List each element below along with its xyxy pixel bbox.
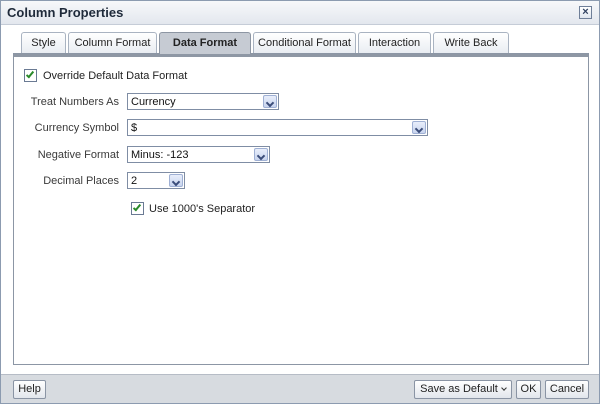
- decimal-places-value: 2: [131, 175, 138, 187]
- close-icon[interactable]: ×: [579, 6, 592, 19]
- panel-divider: [14, 54, 588, 57]
- tab-label: Data Format: [172, 37, 238, 49]
- tab-interaction[interactable]: Interaction: [358, 32, 431, 53]
- tab-column-format[interactable]: Column Format: [68, 32, 157, 53]
- chevron-down-icon: [169, 174, 183, 187]
- checkmark-icon: [25, 69, 35, 79]
- currency-symbol-value: $: [131, 122, 138, 134]
- title-bar: Column Properties ×: [1, 1, 599, 25]
- decimal-places-label: Decimal Places: [43, 175, 119, 187]
- decimal-places-select[interactable]: 2: [127, 172, 185, 189]
- tab-label: Interaction: [368, 37, 421, 49]
- column-properties-dialog: Column Properties × Style Column Format …: [0, 0, 600, 404]
- ok-button[interactable]: OK: [516, 380, 541, 399]
- chevron-down-icon: [263, 95, 277, 108]
- save-as-default-label: Save as Default: [420, 383, 498, 395]
- dialog-footer: Help Save as Default OK Cancel: [1, 374, 599, 403]
- chevron-down-icon: [254, 148, 268, 161]
- chevron-down-icon: [412, 121, 426, 134]
- currency-symbol-label: Currency Symbol: [34, 122, 119, 134]
- tab-label: Write Back: [444, 37, 498, 49]
- treat-numbers-as-value: Currency: [131, 96, 176, 108]
- tab-label: Column Format: [74, 37, 151, 49]
- chevron-down-icon: [500, 385, 507, 391]
- thousands-separator-label: Use 1000's Separator: [149, 203, 256, 215]
- override-default-label: Override Default Data Format: [43, 70, 188, 82]
- treat-numbers-as-label: Treat Numbers As: [30, 96, 119, 108]
- help-button[interactable]: Help: [13, 380, 46, 399]
- override-default-checkbox[interactable]: [24, 69, 37, 82]
- tab-write-back[interactable]: Write Back: [433, 32, 509, 53]
- currency-symbol-select[interactable]: $: [127, 119, 428, 136]
- negative-format-select[interactable]: Minus: -123: [127, 146, 270, 163]
- checkmark-icon: [132, 202, 142, 212]
- tab-label: Conditional Format: [258, 37, 351, 49]
- tab-data-format[interactable]: Data Format: [159, 32, 251, 54]
- thousands-separator-checkbox[interactable]: [131, 202, 144, 215]
- cancel-button[interactable]: Cancel: [545, 380, 589, 399]
- tab-style[interactable]: Style: [21, 32, 66, 53]
- dialog-title: Column Properties: [7, 5, 124, 20]
- treat-numbers-as-select[interactable]: Currency: [127, 93, 279, 110]
- negative-format-label: Negative Format: [37, 149, 119, 161]
- tab-label: Style: [31, 37, 56, 49]
- tab-conditional-format[interactable]: Conditional Format: [253, 32, 356, 53]
- negative-format-value: Minus: -123: [131, 149, 189, 161]
- save-as-default-button[interactable]: Save as Default: [414, 380, 512, 399]
- data-format-panel: Override Default Data Format Treat Numbe…: [13, 53, 589, 365]
